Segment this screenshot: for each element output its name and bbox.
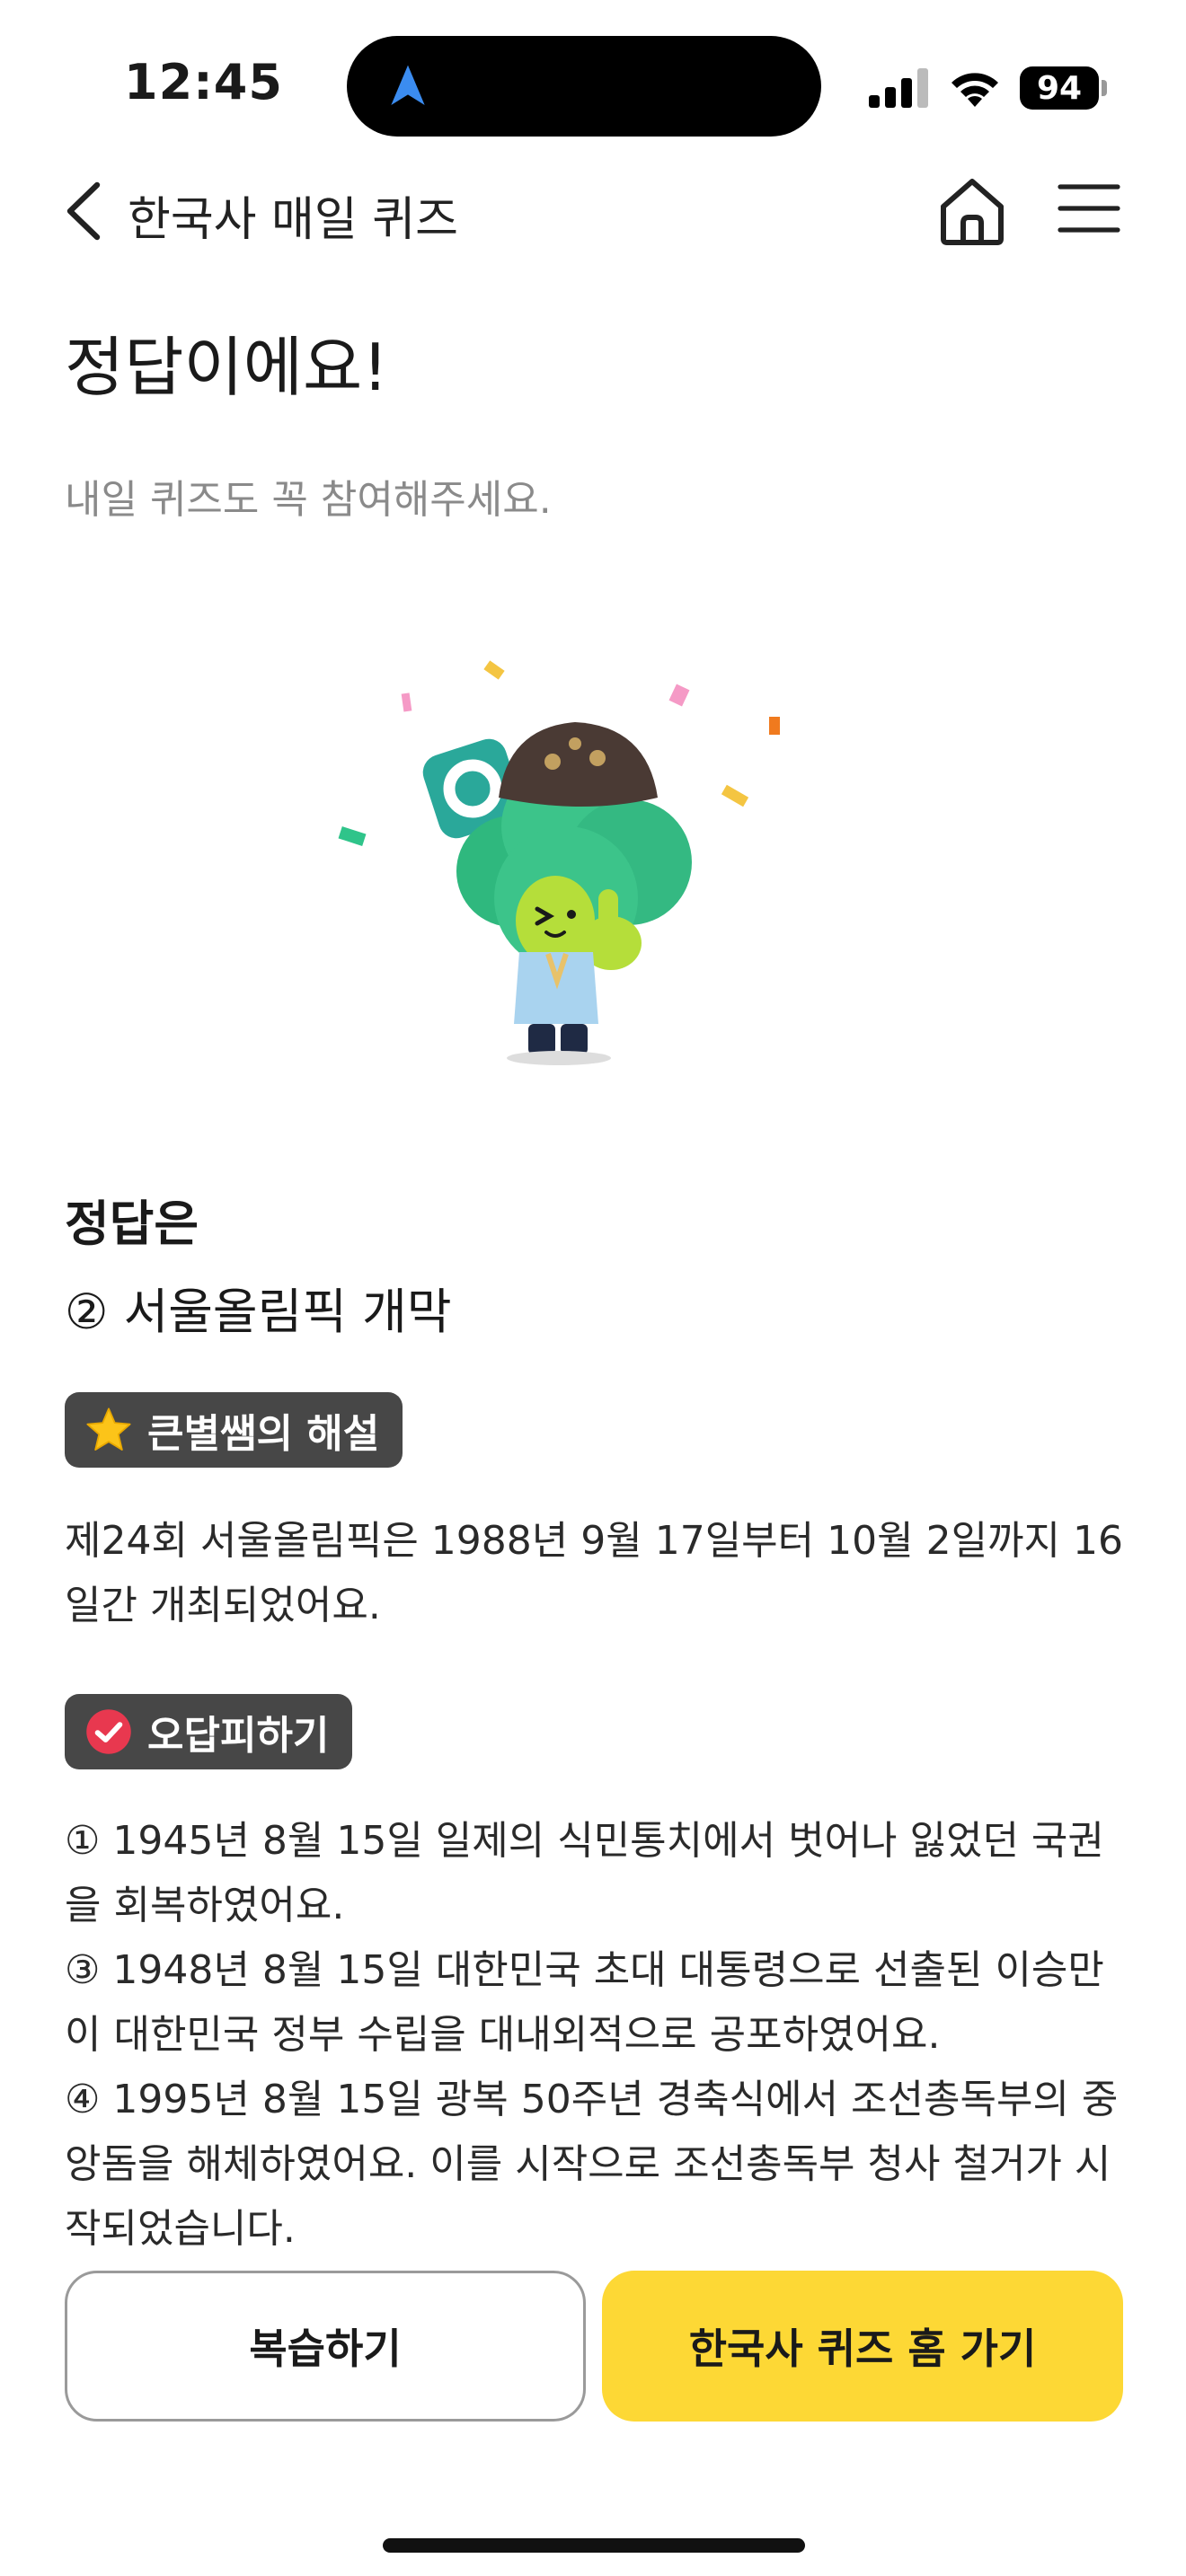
result-headline: 정답이에요! <box>65 330 389 405</box>
home-indicator[interactable] <box>383 2538 805 2553</box>
cellular-signal-icon <box>869 68 928 108</box>
wrong-answer-item: ③ 1948년 8월 15일 대한민국 초대 대통령으로 선출된 이승만이 대한… <box>65 1947 1104 2058</box>
go-quiz-home-button[interactable]: 한국사 퀴즈 홈 가기 <box>602 2271 1123 2422</box>
wrong-answers-tag-label: 오답피하기 <box>147 1713 330 1759</box>
wifi-icon <box>951 73 998 107</box>
result-subtext: 내일 퀴즈도 꼭 참여해주세요. <box>65 477 552 523</box>
location-arrow-icon <box>391 65 425 105</box>
hamburger-menu-icon[interactable] <box>1057 180 1121 237</box>
answer-value: ② 서울올림픽 개막 <box>65 1284 452 1340</box>
explanation-tag: 큰별쌤의 해설 <box>65 1392 403 1468</box>
explanation-tag-label: 큰별쌤의 해설 <box>147 1411 380 1457</box>
checkmark-circle-icon <box>86 1709 131 1754</box>
wrong-answers-list: ① 1945년 8월 15일 일제의 식민통치에서 벗어나 잃었던 국권을 회복… <box>65 1809 1134 2262</box>
wrong-answer-item: ④ 1995년 8월 15일 광복 50주년 경축식에서 조선총독부의 중앙돔을… <box>65 2077 1119 2252</box>
status-indicators: 94 <box>869 65 1107 111</box>
battery-icon: 94 <box>1020 66 1107 110</box>
chevron-left-icon[interactable] <box>58 180 111 243</box>
mascot-thumbs-up-illustration <box>338 660 780 1065</box>
answer-label: 정답은 <box>65 1195 199 1252</box>
status-time: 12:45 <box>124 54 283 110</box>
star-icon <box>86 1407 131 1451</box>
explanation-text: 제24회 서울올림픽은 1988년 9월 17일부터 10월 2일까지 16일간… <box>65 1518 1123 1628</box>
nav-title: 한국사 매일 퀴즈 <box>128 193 458 247</box>
status-bar: 12:45 94 <box>0 0 1186 162</box>
home-icon[interactable] <box>934 172 1010 248</box>
battery-level: 94 <box>1020 66 1099 110</box>
wrong-answer-item: ① 1945년 8월 15일 일제의 식민통치에서 벗어나 잃었던 국권을 회복… <box>65 1818 1104 1928</box>
review-button[interactable]: 복습하기 <box>65 2271 586 2422</box>
dynamic-island <box>347 36 821 137</box>
wrong-answers-tag: 오답피하기 <box>65 1694 353 1769</box>
nav-bar: 한국사 매일 퀴즈 <box>0 162 1186 260</box>
